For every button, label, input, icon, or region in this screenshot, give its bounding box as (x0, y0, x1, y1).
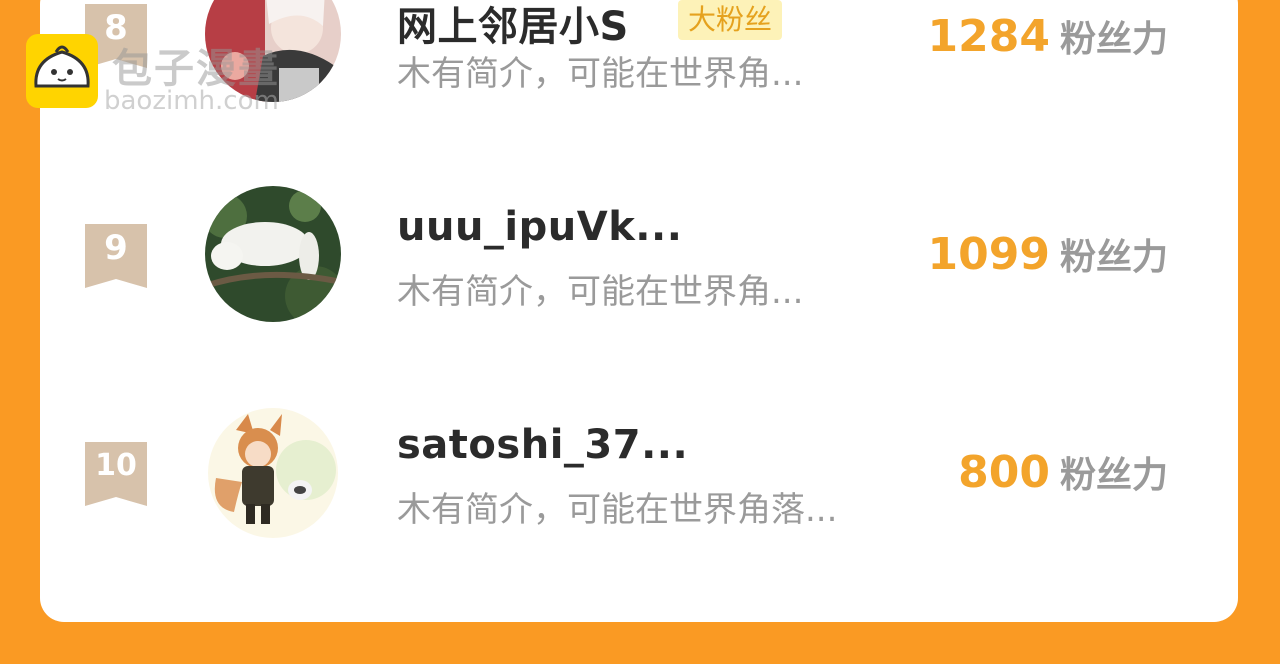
ranking-row-10[interactable]: 10 satoshi_37... 木有简介，可能在世界角落... 800 粉丝力 (40, 398, 1238, 548)
fan-score: 1099 粉丝力 (928, 228, 1168, 280)
user-name[interactable]: uuu_ipuVk... (397, 204, 682, 250)
user-name[interactable]: 网上邻居小S (397, 0, 629, 52)
fan-score: 1284 粉丝力 (928, 10, 1168, 62)
watermark-domain: baozimh.com (104, 86, 279, 116)
fan-score-value: 1099 (927, 229, 1050, 280)
fan-score-unit: 粉丝力 (1059, 19, 1168, 60)
fan-score: 800 粉丝力 (958, 446, 1168, 498)
fan-score-value: 1284 (927, 11, 1050, 62)
cat-in-tree-avatar-icon (205, 186, 341, 322)
user-avatar[interactable] (208, 408, 338, 538)
user-bio: 木有简介，可能在世界角... (397, 272, 804, 312)
user-avatar[interactable] (205, 186, 341, 322)
fan-score-unit: 粉丝力 (1059, 237, 1168, 278)
rank-badge: 10 (85, 442, 147, 506)
fan-score-unit: 粉丝力 (1059, 455, 1168, 496)
site-watermark: 包子漫畫 baozimh.com (26, 34, 326, 116)
user-name[interactable]: satoshi_37... (397, 422, 688, 468)
bun-face-icon (26, 34, 98, 108)
ranking-row-9[interactable]: 9 uuu_ipuVk... 木有简介，可能在世界角... 1099 粉丝力 (40, 180, 1238, 330)
rank-badge: 9 (85, 224, 147, 288)
user-bio: 木有简介，可能在世界角落... (397, 490, 838, 530)
fox-boy-avatar-icon (208, 408, 338, 538)
fan-level-tag: 大粉丝 (678, 0, 783, 40)
fan-score-value: 800 (958, 447, 1050, 498)
user-bio: 木有简介，可能在世界角... (397, 54, 804, 94)
